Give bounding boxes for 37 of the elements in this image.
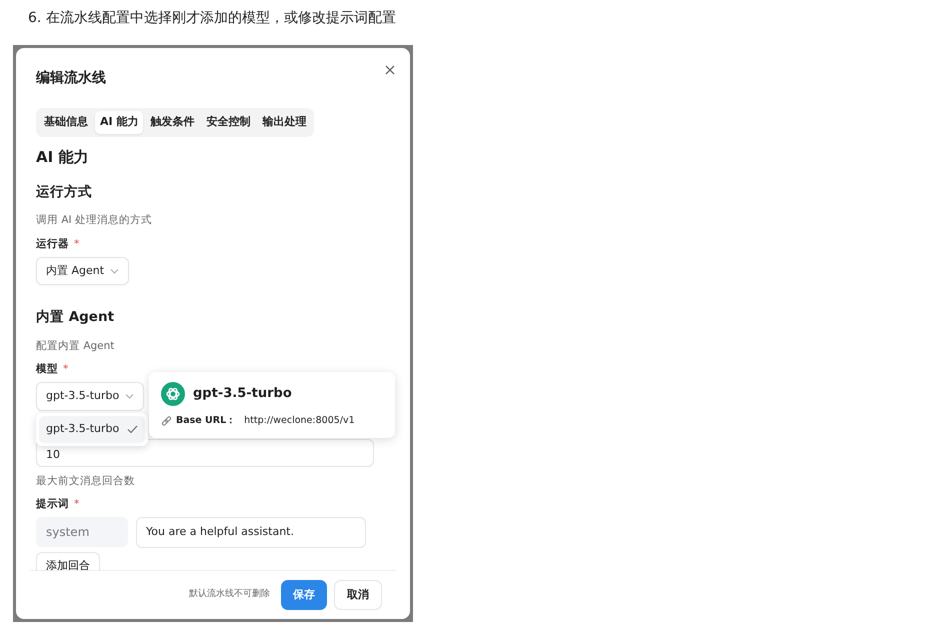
group-description: 配置内置 Agent — [36, 338, 114, 354]
dropdown-option[interactable]: gpt-3.5-turbo — [39, 416, 146, 442]
chevron-down-icon — [110, 268, 120, 274]
group-description: 调用 AI 处理消息的方式 — [36, 213, 152, 228]
model-name: gpt-3.5-turbo — [193, 385, 292, 404]
chevron-down-icon — [125, 393, 134, 400]
field-label: 提示词 — [36, 497, 69, 512]
group-title: 运行方式 — [36, 183, 92, 202]
cancel-button[interactable]: 取消 — [334, 580, 382, 610]
caption: 6. 在流水线配置中选择刚才添加的模型，或修改提示词配置 — [28, 9, 396, 28]
model-logo-icon — [161, 382, 185, 406]
role-field: system — [36, 517, 128, 548]
prompt-input[interactable]: You are a helpful assistant. — [136, 517, 366, 548]
tab[interactable]: 基础信息 — [39, 111, 93, 134]
section-title: AI 能力 — [36, 146, 88, 168]
base-url-label: Base URL： — [176, 414, 236, 428]
required-mark: * — [74, 237, 80, 252]
save-button[interactable]: 保存 — [281, 580, 327, 610]
base-url: http://weclone:8005/v1 — [244, 414, 355, 428]
tab[interactable]: 输出处理 — [257, 111, 312, 134]
field-hint: 最大前文消息回合数 — [36, 474, 135, 488]
tab[interactable]: AI 能力 — [95, 111, 144, 134]
field-label: 模型 — [36, 362, 58, 378]
group-title: 内置 Agent — [36, 308, 114, 328]
runner-select[interactable]: 内置 Agent — [36, 256, 130, 286]
tab[interactable]: 安全控制 — [201, 111, 256, 134]
model-select[interactable]: gpt-3.5-turbo — [36, 382, 144, 410]
dialog-title: 编辑流水线 — [36, 68, 106, 88]
rounds-input[interactable]: 10 — [36, 438, 374, 466]
required-mark: * — [74, 497, 80, 512]
close-icon[interactable] — [385, 65, 395, 75]
required-mark: * — [63, 362, 68, 378]
link-icon — [161, 416, 172, 427]
field-label: 运行器 — [36, 237, 69, 252]
check-icon — [127, 424, 138, 434]
footer-note: 默认流水线不可删除 — [189, 588, 270, 601]
tab[interactable]: 触发条件 — [145, 111, 200, 134]
